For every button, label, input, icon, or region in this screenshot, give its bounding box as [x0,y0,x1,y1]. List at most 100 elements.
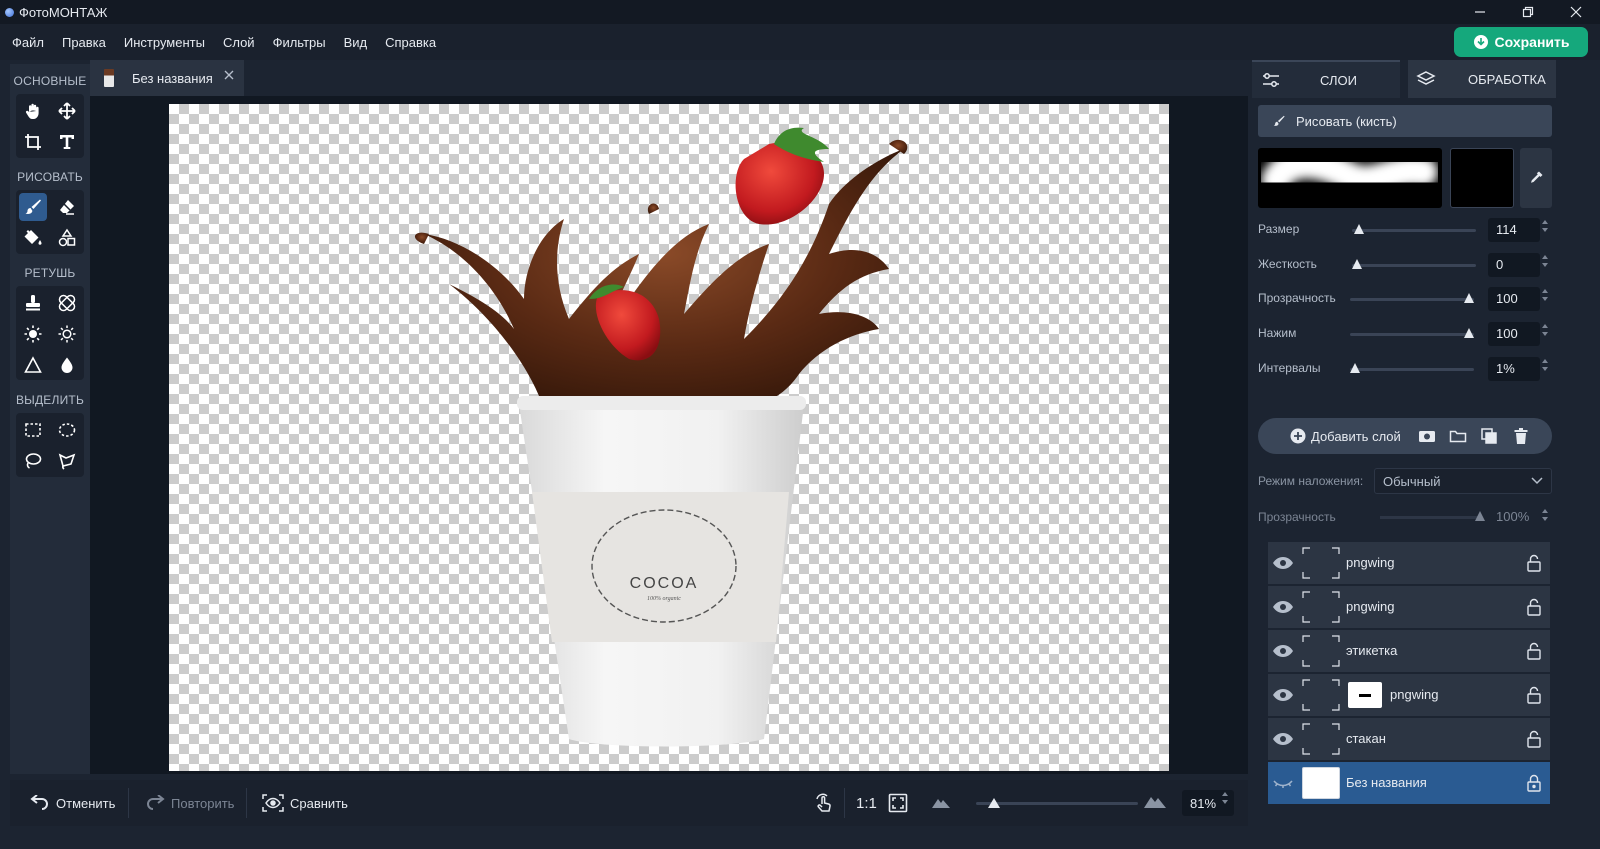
menu-edit[interactable]: Правка [53,35,115,50]
lock-icon[interactable] [1526,730,1542,748]
menu-file[interactable]: Файл [0,35,53,50]
tab-processing[interactable]: ОБРАБОТКА [1408,60,1556,98]
healing-tool[interactable] [53,289,81,317]
lock-icon[interactable] [1526,686,1542,704]
document-tab[interactable]: Без названия [90,60,244,96]
image-canvas[interactable]: COCOA 100% organic [169,104,1169,771]
param-slider[interactable] [1352,224,1476,234]
blend-mode-select[interactable]: Обычный [1374,468,1552,494]
param-input[interactable]: 114 [1488,218,1540,242]
menu-layer[interactable]: Слой [214,35,264,50]
param-input[interactable]: 100 [1488,322,1540,346]
menu-view[interactable]: Вид [335,35,377,50]
fit-screen-button[interactable] [888,780,908,826]
brush-preview[interactable] [1258,148,1442,208]
text-tool[interactable] [53,128,81,156]
zoom-in-mountain-icon[interactable] [1144,793,1166,808]
param-input[interactable]: 1% [1488,357,1540,381]
eyedropper-button[interactable] [1520,148,1552,208]
layer-row[interactable]: стакан [1268,718,1550,760]
menu-tools[interactable]: Инструменты [115,35,214,50]
folder-icon[interactable] [1449,427,1467,445]
polygon-lasso-tool[interactable] [53,447,81,475]
lasso-tool[interactable] [19,447,47,475]
camera-icon[interactable] [1418,427,1436,445]
add-layer-button[interactable]: Добавить слой [1290,418,1401,454]
param-spinner[interactable] [1542,255,1552,267]
minimize-button[interactable] [1456,0,1504,24]
actual-size-button[interactable]: 1:1 [856,780,877,826]
shapes-tool[interactable] [53,224,81,252]
lock-icon[interactable] [1526,642,1542,660]
stamp-tool[interactable] [19,289,47,317]
eye-icon[interactable] [1272,687,1294,703]
darken-tool[interactable] [53,320,81,348]
layer-opacity-handle[interactable] [1475,511,1485,521]
blur-tool[interactable] [53,351,81,379]
zoom-input[interactable]: 81% [1182,790,1234,816]
param-slider-handle[interactable] [1352,259,1362,269]
eye-icon[interactable] [1272,731,1294,747]
param-slider[interactable] [1350,293,1474,303]
param-slider-handle[interactable] [1464,293,1474,303]
param-slider[interactable] [1352,259,1476,269]
param-input[interactable]: 0 [1488,253,1540,277]
layer-row[interactable]: pngwing [1268,674,1550,716]
param-slider-handle[interactable] [1464,328,1474,338]
zoom-spinner[interactable] [1222,792,1232,804]
param-slider[interactable] [1350,363,1474,373]
undo-button[interactable]: Отменить [30,780,115,826]
eraser-tool[interactable] [53,193,81,221]
hand-tool[interactable] [19,97,47,125]
layer-opacity-spinner[interactable] [1542,509,1552,521]
redo-button[interactable]: Повторить [145,780,234,826]
param-spinner[interactable] [1542,324,1552,336]
param-slider[interactable] [1350,328,1474,338]
menu-filters[interactable]: Фильтры [264,35,335,50]
layer-opacity-slider[interactable] [1380,511,1485,521]
close-window-button[interactable] [1552,0,1600,24]
layer-row[interactable]: этикетка [1268,630,1550,672]
tab-layers[interactable]: СЛОИ [1252,60,1400,98]
layer-opacity-input[interactable]: 100% [1496,504,1552,528]
layer-row[interactable]: pngwing [1268,542,1550,584]
rect-select-tool[interactable] [19,416,47,444]
brighten-tool[interactable] [19,320,47,348]
crop-tool[interactable] [19,128,47,156]
param-slider-handle[interactable] [1354,224,1364,234]
zoom-slider-handle[interactable] [988,798,1000,808]
eye-icon[interactable] [1272,599,1294,615]
gesture-button[interactable] [814,780,834,826]
layer-row[interactable]: Без названия [1268,762,1550,804]
menu-help[interactable]: Справка [376,35,445,50]
eye-closed-icon[interactable] [1272,775,1294,791]
zoom-out-mountain-icon[interactable] [932,796,950,808]
move-tool[interactable] [53,97,81,125]
lock-icon[interactable] [1526,554,1542,572]
close-tab-icon[interactable] [224,70,234,80]
lock-icon[interactable] [1526,774,1542,792]
eye-icon[interactable] [1272,643,1294,659]
brush-icon [25,199,41,214]
duplicate-icon[interactable] [1480,427,1498,445]
sharpen-tool[interactable] [19,351,47,379]
draw-mode-dropdown[interactable]: Рисовать (кисть) [1258,105,1552,137]
param-spinner[interactable] [1542,359,1552,371]
param-spinner[interactable] [1542,289,1552,301]
trash-icon[interactable] [1512,427,1530,445]
param-label: Нажим [1258,326,1297,340]
eye-icon[interactable] [1272,555,1294,571]
param-input[interactable]: 100 [1488,287,1540,311]
fill-tool[interactable] [19,224,47,252]
compare-button[interactable]: Сравнить [262,780,348,826]
param-slider-handle[interactable] [1350,363,1360,373]
zoom-slider[interactable] [976,798,1138,808]
lock-icon[interactable] [1526,598,1542,616]
restore-button[interactable] [1504,0,1552,24]
save-button[interactable]: Сохранить [1454,27,1588,57]
brush-tool[interactable] [19,193,47,221]
layer-row[interactable]: pngwing [1268,586,1550,628]
ellipse-select-tool[interactable] [53,416,81,444]
brush-color-swatch[interactable] [1450,148,1514,208]
param-spinner[interactable] [1542,220,1552,232]
